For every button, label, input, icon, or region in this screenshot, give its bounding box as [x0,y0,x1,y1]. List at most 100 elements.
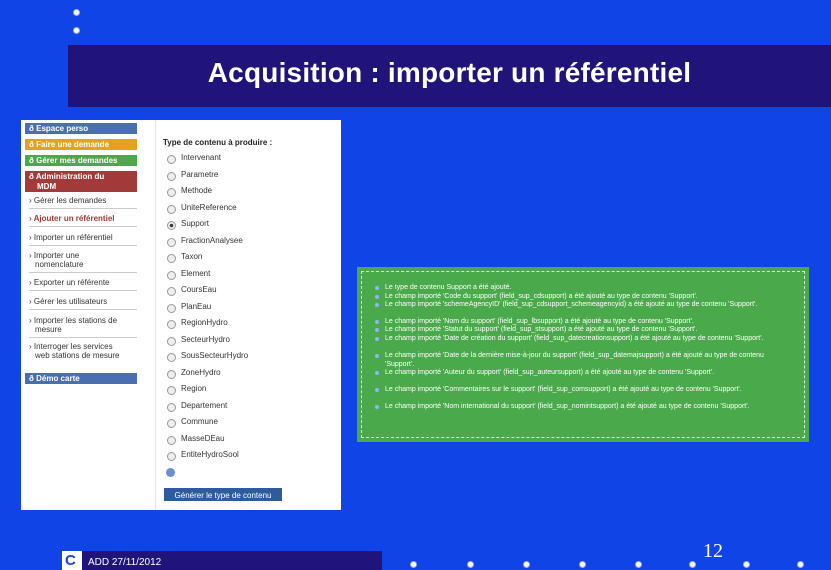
sub-importer-referentiel[interactable]: › Importer un référentiel [29,233,141,242]
content-type-label: RegionHydro [181,318,228,327]
content-type-radio[interactable] [167,188,176,197]
content-type-label: FractionAnalysee [181,235,243,245]
content-type-label: Intervenant [181,153,222,162]
content-type-radio[interactable] [167,320,176,329]
sub-gerer-utilisateurs[interactable]: › Gérer les utilisateurs [29,297,141,306]
sub-interroger-services-line2: web stations de mesure [35,351,120,360]
content-type-label: Taxon [181,252,203,261]
confirmation-message: Le champ importé 'schemeAgencyID' (field… [385,301,758,308]
message-bullet-icon [375,388,379,392]
divider [29,290,137,291]
sub-importer-nomenclature-line2: nomenclature [35,260,84,269]
sub-interroger-services-line1: › Interroger les services [29,342,113,351]
message-bullet-icon [375,405,379,409]
generate-content-type-button[interactable]: Générer le type de contenu [164,488,282,501]
sub-importer-stations-line1: › Importer les stations de [29,316,118,325]
content-type-radio[interactable] [167,303,176,313]
divider [29,245,137,246]
message-bullet-icon [375,303,379,307]
content-type-radio[interactable] [167,353,176,362]
content-type-label: Region [181,384,207,393]
content-type-label: Element [181,268,211,278]
message-bullet-icon [375,320,379,324]
menu-demo-carte[interactable]: ð Démo carte [25,373,137,384]
sub-importer-stations-line2: mesure [35,325,62,334]
content-type-radio[interactable] [167,237,176,247]
message-bullet-icon [375,354,379,358]
decor-dot [580,562,585,567]
content-type-radio[interactable] [167,204,176,214]
decor-dot [74,28,79,33]
decor-dot [636,562,641,567]
confirmation-message: Le type de contenu Support a été ajouté. [385,284,512,291]
message-bullet-icon [375,286,379,290]
column-divider [155,120,156,510]
content-type-label: MasseDEau [181,433,225,443]
confirmation-message: Le champ importé 'Commentaires sur le su… [385,386,742,393]
content-type-radio[interactable] [167,435,176,445]
decor-dot [411,562,416,567]
content-type-label: ZoneHydro [181,367,221,377]
confirmation-message: Le champ importé 'Date de création du su… [385,335,764,342]
sub-importer-stations[interactable]: › Importer les stations de mesure [29,316,141,334]
admin-screenshot: ð Espace perso ð Faire une demande ð Gér… [21,120,341,510]
content-type-radio[interactable] [167,452,176,461]
divider [29,337,137,338]
message-bullet-icon [375,371,379,375]
slide-title: Acquisition : importer un référentiel [207,57,692,88]
content-type-radio[interactable] [167,386,176,395]
confirmation-message: Le champ importé 'Nom international du s… [385,403,750,410]
decor-dot [468,562,473,567]
page-number: 12 [703,540,723,562]
message-bullet-icon [375,295,379,299]
menu-faire-demande[interactable]: ð Faire une demande [25,139,137,150]
content-type-label: Departement [181,400,228,410]
content-type-label: EntiteHydroSool [181,450,239,459]
content-type-radio[interactable] [167,336,176,346]
content-type-radio[interactable] [167,155,176,164]
content-type-radio[interactable] [167,221,176,230]
content-type-label: Parametre [181,169,219,179]
sub-importer-nomenclature[interactable]: › Importer une nomenclature [29,251,141,269]
decor-dot [744,562,749,567]
divider [29,226,137,227]
confirmation-panel: Le type de contenu Support a été ajouté.… [357,267,809,442]
menu-administration[interactable]: ð Administration du MDM [25,171,137,192]
sub-exporter-referentiel[interactable]: › Exporter un référente [29,278,141,287]
message-bullet-icon [375,328,379,332]
sub-importer-nomenclature-line1: › Importer une [29,251,80,260]
content-type-radio[interactable] [167,402,176,412]
content-type-label: Support [181,219,210,228]
content-type-radio[interactable] [167,254,176,263]
footer-date: ADD 27/11/2012 [88,557,162,568]
menu-gerer-demandes[interactable]: ð Gérer mes demandes [25,155,137,166]
divider [29,309,137,310]
content-type-radio[interactable] [167,171,176,181]
divider [29,208,137,209]
menu-administration-label2: MDM [37,182,57,191]
content-type-radio[interactable] [167,419,176,428]
content-type-radio[interactable] [167,270,176,280]
content-type-label: CoursEau [181,285,217,294]
confirmation-message: Le champ importé 'Statut du support' (fi… [385,326,698,333]
info-icon [166,468,175,477]
confirmation-message: Le champ importé 'Auteur du support' (fi… [385,369,715,376]
content-type-radio[interactable] [167,369,176,379]
decor-dot [798,562,803,567]
footer-logo: C [62,551,82,570]
sub-gerer-demandes[interactable]: › Gérer les demandes [29,196,141,205]
sub-interroger-services[interactable]: › Interroger les services web stations d… [29,342,141,360]
divider [29,272,137,273]
decor-dot [74,10,79,15]
content-type-label: UniteReference [181,202,237,212]
sub-ajouter-referentiel[interactable]: › Ajouter un référentiel [29,214,141,223]
menu-administration-label: ð Administration du [29,172,105,181]
decor-dot [524,562,529,567]
content-type-radio[interactable] [167,287,176,296]
content-type-heading: Type de contenu à produire : [163,138,273,147]
title-bar: Acquisition : importer un référentiel [68,45,831,107]
menu-espace-perso[interactable]: ð Espace perso [25,123,137,134]
content-type-label: Methode [181,186,213,195]
content-type-label: Commune [181,417,218,426]
confirmation-message: Le champ importé 'Date de la dernière mi… [385,352,764,368]
